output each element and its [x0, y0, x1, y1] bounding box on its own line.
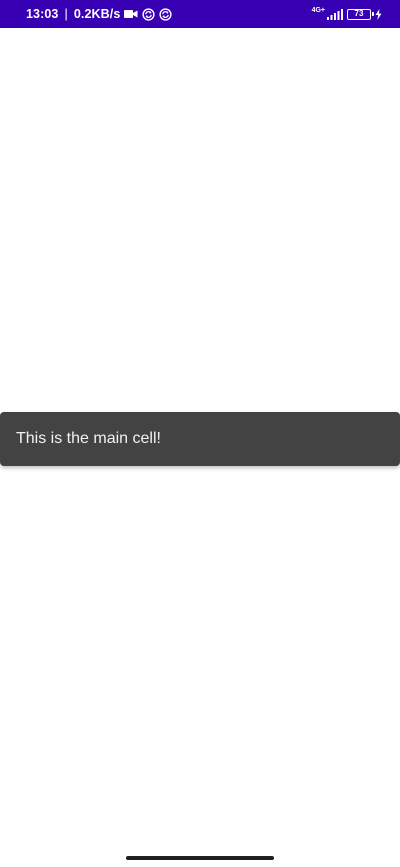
status-left: 13:03 | 0.2KB/s: [26, 7, 173, 21]
status-right: 4G+ 73: [311, 6, 382, 20]
battery-level: 73: [354, 9, 364, 18]
charging-bolt-icon: [375, 8, 382, 20]
sync-icon: [142, 7, 156, 21]
snackbar-message: This is the main cell!: [16, 430, 161, 447]
network-speed: 0.2KB/s: [73, 7, 121, 21]
battery-icon: 73: [347, 8, 374, 20]
gesture-nav-handle[interactable]: [126, 856, 274, 860]
signal-icon: [327, 8, 343, 20]
snackbar: This is the main cell!: [0, 412, 400, 466]
network-type-label: 4G+: [311, 6, 325, 14]
status-separator: |: [64, 7, 68, 21]
video-camera-icon: [124, 9, 138, 19]
sync-icon-secondary: [159, 7, 173, 21]
app-screen: 13:03 | 0.2KB/s 4G+ 73 This is the main …: [0, 0, 400, 867]
status-bar: 13:03 | 0.2KB/s 4G+ 73: [0, 0, 400, 28]
status-time: 13:03: [26, 7, 59, 21]
